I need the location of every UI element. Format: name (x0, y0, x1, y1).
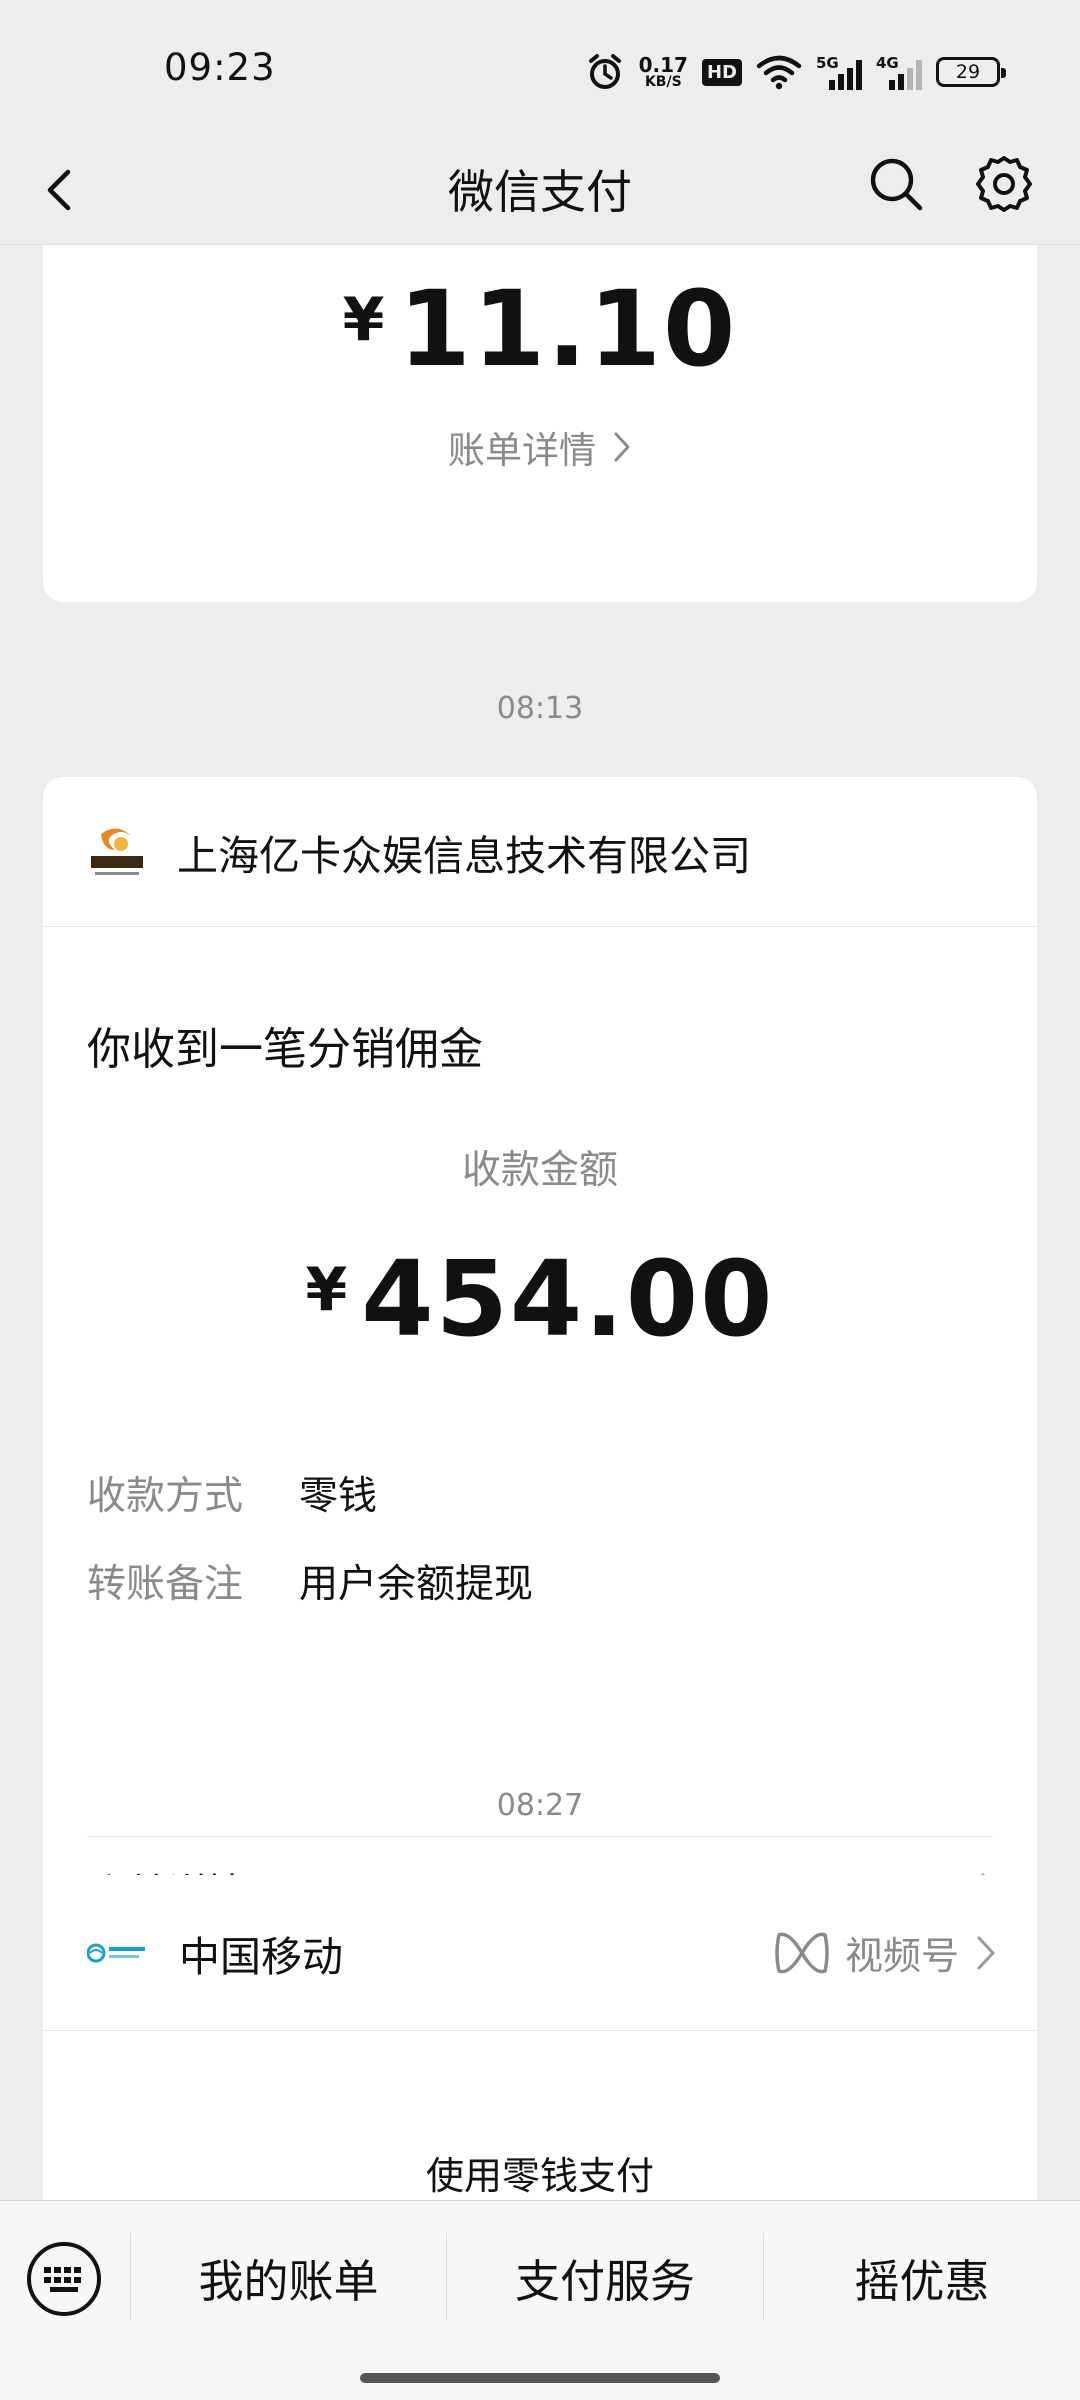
net-speed: 0.17 KB/S (638, 53, 688, 90)
status-bar: 09:23 0.17 KB/S HD 5G 4G 29 (0, 0, 1080, 140)
battery-icon: 29 (936, 57, 1006, 87)
home-indicator[interactable] (360, 2373, 720, 2383)
merchant-logo (87, 1943, 145, 1962)
alarm-icon (588, 54, 621, 89)
message-title: 你收到一笔分销佣金 (87, 1024, 483, 1075)
channels-link[interactable]: 视频号 (775, 1925, 997, 1980)
info-row-method: 收款方式 零钱 (87, 1474, 378, 1519)
payment-card[interactable]: 中国移动 视频号 使用零钱支付 (43, 1875, 1037, 2200)
bill-detail-link[interactable]: 账单详情 (43, 420, 1037, 474)
info-row-note: 转账备注 用户余额提现 (87, 1562, 534, 1607)
settings-icon[interactable] (972, 152, 1036, 216)
message-list[interactable]: ¥ 11.10 账单详情 08:13 上海亿卡众娱信息技术有限公司 你收到一笔分… (0, 245, 1080, 2200)
amount: ¥ 454.00 (305, 1238, 775, 1360)
timestamp: 08:27 (496, 1788, 584, 1823)
search-icon[interactable] (866, 154, 926, 214)
chevron-right-icon (977, 1936, 995, 1969)
signal-4g-icon: 4G (876, 54, 922, 90)
hd-badge: HD (701, 58, 742, 86)
amount: ¥ 11.10 (342, 268, 738, 390)
channels-icon (775, 1932, 829, 1973)
menu-shake-offers[interactable]: 摇优惠 (764, 2227, 1080, 2327)
status-time: 09:23 (164, 46, 276, 89)
bottom-menu: 我的账单 支付服务 摇优惠 (0, 2200, 1080, 2400)
pay-method-text: 使用零钱支付 (425, 2154, 654, 2198)
timestamp: 08:13 (496, 691, 584, 726)
signal-5g-icon: 5G (816, 54, 862, 90)
payment-card[interactable]: 上海亿卡众娱信息技术有限公司 你收到一笔分销佣金 收款金额 ¥ 454.00 收… (43, 777, 1037, 1943)
chevron-right-icon (614, 432, 630, 462)
status-icons: 0.17 KB/S HD 5G 4G 29 (585, 50, 1006, 94)
menu-payment-services[interactable]: 支付服务 (447, 2227, 763, 2327)
amount-label: 收款金额 (461, 1148, 618, 1193)
merchant-header[interactable]: 上海亿卡众娱信息技术有限公司 (43, 777, 1037, 927)
payment-card[interactable]: ¥ 11.10 账单详情 (43, 245, 1037, 602)
merchant-logo (91, 827, 143, 875)
nav-bar: 微信支付 (0, 140, 1080, 245)
battery-level: 29 (955, 61, 981, 83)
keyboard-icon[interactable] (24, 2239, 104, 2319)
wifi-icon (756, 55, 802, 90)
menu-my-bills[interactable]: 我的账单 (131, 2227, 446, 2327)
